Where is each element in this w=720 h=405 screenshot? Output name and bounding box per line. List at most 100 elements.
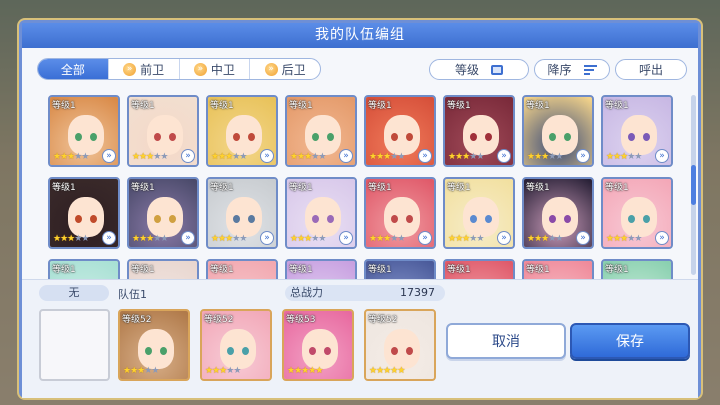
character-card[interactable]: 等级1 ★★★★★ » (127, 177, 199, 249)
character-card[interactable]: 等级1 (206, 259, 278, 279)
tab-3[interactable]: » 后卫 (249, 59, 320, 79)
tab-label: 后卫 (281, 62, 306, 77)
character-card[interactable]: 等级1 (285, 259, 357, 279)
character-card[interactable]: 等级1 ★★★★★ » (522, 177, 594, 249)
star-icon: ★ (634, 234, 642, 244)
character-face (463, 197, 499, 237)
level-label: 等级1 (368, 101, 392, 111)
character-eye (154, 133, 161, 141)
character-eye (169, 133, 176, 141)
star-rating: ★★★★★ (527, 152, 563, 162)
team-name: 队伍1 (118, 288, 147, 301)
character-card[interactable]: 等级1 ★★★★★ » (127, 95, 199, 167)
character-eye (643, 215, 650, 223)
team-member-card[interactable]: 等级53 ★★★★★ (282, 309, 354, 381)
star-icon: ★ (315, 366, 323, 376)
rank-up-icon: » (497, 149, 511, 163)
star-icon: ★ (239, 152, 247, 162)
character-card[interactable]: 等级1 ★★★★★ » (206, 177, 278, 249)
level-label: 等级1 (210, 265, 234, 275)
character-card[interactable]: 等级1 ★★★★★ » (206, 95, 278, 167)
tab-1[interactable]: » 前卫 (107, 59, 179, 79)
character-eye (470, 133, 477, 141)
character-card[interactable]: 等级1 (127, 259, 199, 279)
character-card[interactable]: 等级1 ★★★★★ » (601, 95, 673, 167)
cancel-button[interactable]: 取消 (446, 323, 566, 359)
character-eye (75, 215, 82, 223)
star-icon: ★ (476, 152, 484, 162)
character-card[interactable]: 等级1 ★★★★★ » (443, 177, 515, 249)
rank-up-icon: » (260, 231, 274, 245)
character-card[interactable]: 等级1 ★★★★★ » (48, 95, 120, 167)
character-eye (169, 215, 176, 223)
level-label: 等级1 (52, 101, 76, 111)
character-face (384, 197, 420, 237)
star-rating: ★★★★★ (606, 152, 642, 162)
character-card[interactable]: 等级1 (443, 259, 515, 279)
character-face (68, 115, 104, 155)
empty-team-slot[interactable] (39, 309, 110, 381)
team-edit-dialog: 我的队伍编组 全部» 前卫» 中卫» 后卫 等级 降序 呼出 等级1 ★★★★★» 等级1… (19, 20, 701, 398)
dialog-title: 我的队伍编组 (22, 23, 698, 48)
star-icon: ★ (160, 234, 168, 244)
character-face (621, 197, 657, 237)
team-member-card[interactable]: 等级52 ★★★★★ (364, 309, 436, 381)
character-card[interactable]: 等级1 ★★★★★ » (522, 95, 594, 167)
level-label: 等级1 (605, 183, 629, 193)
roster-scrollbar[interactable] (691, 95, 696, 275)
character-face (138, 329, 174, 369)
character-card[interactable]: 等级1 ★★★★★ » (285, 95, 357, 167)
character-eye (227, 347, 234, 355)
chevron-right-icon: » (193, 62, 207, 76)
character-card[interactable]: 等级1 ★★★★★ » (285, 177, 357, 249)
character-face (302, 329, 338, 369)
character-eye (312, 215, 319, 223)
character-eye (628, 215, 635, 223)
level-label: 等级52 (204, 315, 234, 325)
character-card[interactable]: 等级1 ★★★★★ » (364, 177, 436, 249)
character-card[interactable]: 等级1 ★★★★★ » (601, 177, 673, 249)
level-label: 等级1 (368, 265, 392, 275)
sort-order-button[interactable]: 降序 (534, 59, 610, 80)
character-card[interactable]: 等级1 ★★★★★ » (443, 95, 515, 167)
star-rating: ★★★★★ (527, 234, 563, 244)
level-label: 等级1 (289, 265, 313, 275)
rank-up-icon: » (497, 231, 511, 245)
rank-up-icon: » (339, 231, 353, 245)
character-card[interactable]: 等级1 (601, 259, 673, 279)
character-eye (327, 133, 334, 141)
call-out-button[interactable]: 呼出 (615, 59, 687, 80)
character-face (384, 329, 420, 369)
tab-2[interactable]: » 中卫 (178, 59, 250, 79)
level-label: 等级1 (131, 183, 155, 193)
team-member-card[interactable]: 等级52 ★★★★★ (118, 309, 190, 381)
scrollbar-thumb[interactable] (691, 165, 696, 205)
level-label: 等级1 (605, 265, 629, 275)
character-card[interactable]: 等级1 ★★★★★ » (364, 95, 436, 167)
level-label: 等级1 (447, 183, 471, 193)
star-icon: ★ (160, 152, 168, 162)
level-label: 等级1 (526, 265, 550, 275)
character-card[interactable]: 等级1 (48, 259, 120, 279)
character-face (305, 115, 341, 155)
character-face (542, 197, 578, 237)
character-eye (549, 215, 556, 223)
character-eye (391, 133, 398, 141)
sort-level-button[interactable]: 等级 (429, 59, 529, 80)
save-button[interactable]: 保存 (570, 323, 690, 359)
character-card[interactable]: 等级1 ★★★★★ » (48, 177, 120, 249)
level-label: 等级52 (368, 315, 398, 325)
chevron-right-icon: » (123, 62, 137, 76)
star-rating: ★★★★★ (369, 152, 405, 162)
level-label: 等级1 (447, 101, 471, 111)
star-rating: ★★★★★ (606, 234, 642, 244)
star-icon: ★ (476, 234, 484, 244)
team-member-card[interactable]: 等级52 ★★★★★ (200, 309, 272, 381)
character-card[interactable]: 等级1 (364, 259, 436, 279)
rank-up-icon: » (181, 149, 195, 163)
star-rating: ★★★★★ (123, 366, 159, 376)
tab-0[interactable]: 全部 (38, 59, 108, 79)
rank-up-icon: » (339, 149, 353, 163)
star-icon: ★ (634, 152, 642, 162)
character-card[interactable]: 等级1 (522, 259, 594, 279)
